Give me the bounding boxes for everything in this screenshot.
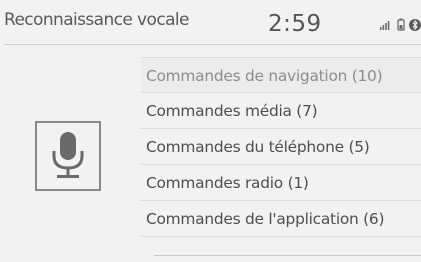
signal-bars-icon (380, 21, 390, 30)
menu-item-navigation[interactable]: Commandes de navigation (10) (141, 57, 421, 93)
status-area (379, 17, 421, 36)
menu-item-radio[interactable]: Commandes radio (1) (141, 165, 421, 201)
clock: 2:59 (268, 11, 322, 37)
microphone-tile (35, 121, 101, 191)
bottom-scroll-indicator (154, 255, 421, 256)
menu-item-phone[interactable]: Commandes du téléphone (5) (141, 129, 421, 165)
header-divider (4, 44, 421, 45)
battery-icon (397, 18, 405, 31)
screen-title: Reconnaissance vocale (4, 10, 189, 30)
command-menu: Commandes de navigation (10) Commandes m… (141, 57, 421, 237)
bluetooth-icon (409, 19, 421, 31)
voice-recognition-screen: Reconnaissance vocale 2:59 Commandes de … (0, 0, 421, 262)
menu-item-application[interactable]: Commandes de l'application (6) (141, 201, 421, 237)
header-bar: Reconnaissance vocale 2:59 (0, 0, 421, 40)
menu-item-media[interactable]: Commandes média (7) (141, 93, 421, 129)
microphone-icon (52, 132, 84, 178)
